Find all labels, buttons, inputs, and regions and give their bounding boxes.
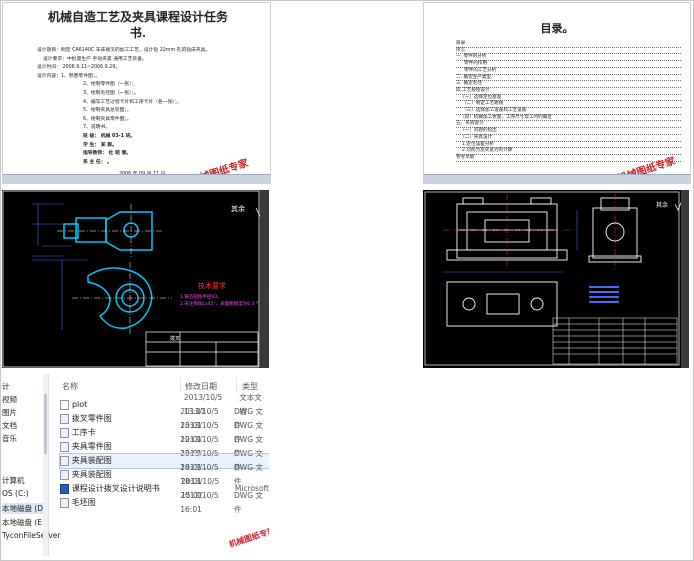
text-file-icon <box>60 400 69 410</box>
word-doc-icon <box>60 484 69 494</box>
navigation-pane: 计 视频 图片 文档 音乐 计算机 OS (C:) 本地磁盘 (D:) 本地磁盘… <box>2 374 60 556</box>
dwg-file-icon <box>60 442 69 452</box>
toc-document: 目录。 目录 序言 一. 零件的分析 零件的作用 零件的工艺分析 二. 确定生产… <box>423 2 691 184</box>
vertical-scrollbar[interactable] <box>260 190 269 368</box>
tech-requirement-1: 1.铸造圆角半径R3。 <box>180 295 222 300</box>
part-drawing-svg <box>2 190 267 368</box>
tech-requirements-title: 技术要求 <box>198 282 226 290</box>
doc-line: 4、编写工艺过程卡片和工序卡片（各一张）；。 <box>83 99 182 105</box>
file-name: 拨叉零件图 <box>71 414 112 423</box>
nav-scrollbar-thumb[interactable] <box>44 394 47 454</box>
toc-entry[interactable]: 2.切削力及夹紧力的计算 <box>456 148 681 155</box>
word-status-bar <box>3 174 270 183</box>
dwg-file-icon <box>60 498 69 508</box>
dwg-file-icon <box>60 428 69 438</box>
doc-line: 设计内容：1、熟悉零件图；。 <box>37 73 101 79</box>
toc-entry[interactable]: （二）夹具设计 <box>456 135 681 142</box>
file-row[interactable]: 夹具装配图 2013/10/5 18:01 DWG 文件 <box>60 463 269 486</box>
nav-item-pictures[interactable]: 图片 <box>2 407 17 418</box>
toc-entry[interactable]: 二. 确定生产类型 <box>456 75 681 82</box>
nav-item[interactable]: 计 <box>2 381 10 392</box>
doc-line: 设计要求：中批量生产 手动夹紧 通用工艺装备。 <box>43 56 147 62</box>
nav-item-drive-e[interactable]: 本地磁盘 (E:) <box>2 517 48 528</box>
toc-entry[interactable]: 一. 零件的分析 <box>456 54 681 62</box>
doc-title: 机械自造工艺及夹具课程设计任务 书. <box>47 10 228 40</box>
file-name: 夹具零件图 <box>71 442 112 451</box>
doc-line: 7、说明书。 <box>83 125 111 131</box>
file-name: 课程设计拨叉设计说明书 <box>71 484 160 493</box>
tech-requirement-2: 2.未注倒角1x45°，表面粗糙度为6.3 气孔 <box>180 302 265 307</box>
column-header-name[interactable]: 名称 <box>62 381 78 392</box>
file-explorer: 计 视频 图片 文档 音乐 计算机 OS (C:) 本地磁盘 (D:) 本地磁盘… <box>2 374 269 556</box>
file-row[interactable]: 毛坯图 2013/10/5 16:01 DWG 文件 <box>60 491 269 514</box>
nav-scrollbar[interactable] <box>43 374 48 556</box>
toc-entry[interactable]: （三）选择加工设备和工艺设备 <box>456 108 681 115</box>
file-date: 2013/10/5 16:01 <box>180 491 219 514</box>
doc-line: 3、绘制毛坯图（一张）；。 <box>83 90 139 96</box>
header-divider <box>180 378 181 392</box>
task-book-document: 机械自造工艺及夹具课程设计任务 书. 设计题目：制定 CA6140C 车床拨叉的… <box>2 2 271 184</box>
nav-item-music[interactable]: 音乐 <box>2 433 17 444</box>
toc-entry[interactable]: 四.工艺规程设计 <box>456 88 681 95</box>
nav-item-videos[interactable]: 视频 <box>2 394 17 405</box>
title-block-name: 拨叉 <box>170 336 181 342</box>
assembly-drawing-svg <box>424 191 684 366</box>
file-name: 毛坯图 <box>71 498 96 507</box>
cad-assembly-drawing: 其余 <box>423 190 689 368</box>
dwg-file-icon <box>60 470 69 480</box>
dwg-file-icon <box>60 414 69 424</box>
title-block <box>145 331 259 367</box>
header-divider <box>236 378 237 392</box>
roughness-note: 其余 <box>231 205 245 213</box>
file-type: DWG 文件 <box>234 491 263 514</box>
toc-entry[interactable]: 零件的工艺分析 <box>456 68 681 75</box>
nav-item-drive-c[interactable]: OS (C:) <box>2 489 29 498</box>
sign-class: 班 级： 机械 03-1 班。 <box>83 133 136 139</box>
nav-item-documents[interactable]: 文档 <box>2 420 17 431</box>
nav-item-computer[interactable]: 计算机 <box>2 475 25 486</box>
toc-entry[interactable]: （四）机械加工余量、工序尺寸及工时的确定 <box>456 115 681 122</box>
word-status-bar <box>424 174 690 183</box>
file-name: 工序卡 <box>71 428 96 437</box>
nav-item-drive-d[interactable]: 本地磁盘 (D:) <box>2 503 49 514</box>
file-name: 夹具装配图 <box>71 456 112 465</box>
toc-entry[interactable]: 零件的作用 <box>456 61 681 68</box>
cad-part-drawing: 技术要求 1.铸造圆角半径R3。 2.未注倒角1x45°，表面粗糙度为6.3 气… <box>2 190 269 368</box>
dwg-file-icon <box>60 456 69 466</box>
sign-student: 学 生： 某 群。 <box>83 142 117 148</box>
vertical-scrollbar[interactable] <box>681 190 689 368</box>
bill-of-materials <box>552 317 678 365</box>
nav-item-network-server[interactable]: TyconFileServer <box>2 531 60 540</box>
toc-entry[interactable]: 三. 确定毛坯 <box>456 81 681 88</box>
doc-line: 设计题目：制定 CA6140C 车床拨叉的加工工艺，设计钻 22mm 孔的钻床夹… <box>37 48 211 53</box>
toc-entry[interactable]: 序言 <box>456 48 681 55</box>
toc-title: 目录。 <box>540 22 574 35</box>
doc-line: 2、绘制零件图（一张）； <box>83 82 137 88</box>
doc-line: 5、绘制夹具总装图；。 <box>83 108 132 114</box>
doc-line: 设计时间： 2006.9.11~2006.9.29。 <box>37 65 121 71</box>
watermark: 机械图纸专家 <box>227 525 269 550</box>
file-name: 夹具装配图 <box>71 470 112 479</box>
toc-entry[interactable]: 目录 <box>456 41 681 48</box>
toc-entry[interactable]: （一）问题的指出 <box>456 128 681 135</box>
file-name: plot <box>71 400 88 409</box>
roughness-note: 其余 <box>656 202 669 209</box>
toc-list: 目录 序言 一. 零件的分析 零件的作用 零件的工艺分析 二. 确定生产类型 三… <box>456 41 681 162</box>
doc-line: 6、绘制夹具零件图；。 <box>83 116 132 122</box>
assembly-top-view <box>446 281 558 327</box>
